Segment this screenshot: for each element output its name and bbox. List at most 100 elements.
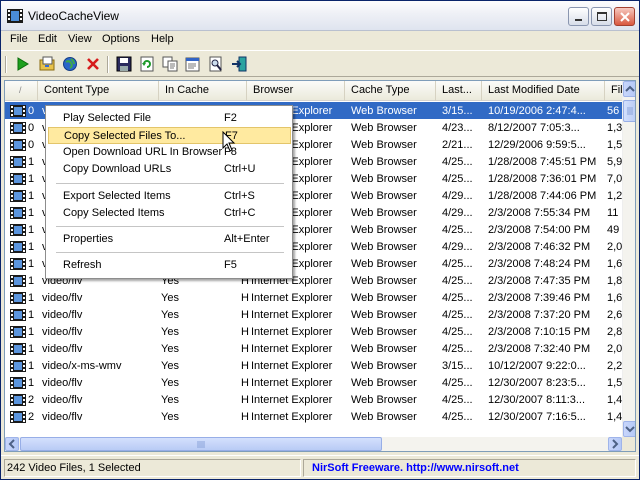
title-bar[interactable]: VideoCacheView	[1, 1, 639, 31]
cell-fil: 56	[607, 105, 620, 117]
vertical-scrollbar[interactable]	[622, 81, 635, 437]
menu-edit[interactable]: Edit	[38, 33, 57, 45]
delete-button[interactable]	[83, 55, 103, 73]
cell-browser: Internet Explorer	[251, 292, 333, 304]
context-menu-item[interactable]: Play Selected File F2	[48, 110, 291, 127]
cell-h: H	[241, 326, 249, 338]
scroll-corner	[622, 437, 635, 451]
video-file-icon	[10, 411, 26, 423]
table-row[interactable]: 1 video/flv Yes HInternet Explorer Web Brows…	[5, 374, 622, 391]
scroll-right-button[interactable]	[608, 437, 622, 451]
cell-modified: 2/3/2008 7:46:32 PM	[488, 241, 591, 253]
video-file-icon	[10, 139, 26, 151]
window-title: VideoCacheView	[28, 9, 119, 23]
cell-modified: 2/3/2008 7:54:00 PM	[488, 224, 591, 236]
video-file-icon	[10, 173, 26, 185]
find-button[interactable]	[206, 55, 226, 73]
context-menu-item[interactable]: Properties Alt+Enter	[48, 231, 291, 248]
cell-modified: 2/3/2008 7:48:24 PM	[488, 258, 591, 270]
cell-cachetype: Web Browser	[351, 105, 417, 117]
list-header: / Content Type In Cache Browser Cache Ty…	[5, 81, 635, 101]
context-menu-item[interactable]: Copy Download URLs Ctrl+U	[48, 161, 291, 178]
column-header-content-type[interactable]: Content Type	[38, 81, 159, 101]
context-menu-item[interactable]: Refresh F5	[48, 257, 291, 274]
cell-browser: Internet Explorer	[251, 360, 333, 372]
refresh-icon	[140, 56, 154, 72]
menu-options[interactable]: Options	[102, 33, 140, 45]
menu-view[interactable]: View	[68, 33, 92, 45]
context-menu-item[interactable]: Copy Selected Files To... F7	[48, 127, 291, 144]
cell-last: 4/25...	[442, 411, 473, 423]
video-file-icon	[10, 122, 26, 134]
cell-cachetype: Web Browser	[351, 360, 417, 372]
column-header-last-modified[interactable]: Last Modified Date	[482, 81, 605, 101]
video-file-icon	[10, 309, 26, 321]
mouse-cursor-icon	[222, 131, 236, 152]
save-button[interactable]	[114, 55, 134, 73]
refresh-button[interactable]	[137, 55, 157, 73]
cell-browser: Internet Explorer	[251, 394, 333, 406]
cell-browser: Internet Explorer	[251, 411, 333, 423]
video-file-icon	[10, 394, 26, 406]
table-row[interactable]: 1 video/flv Yes HInternet Explorer Web Brows…	[5, 306, 622, 323]
menu-help[interactable]: Help	[151, 33, 174, 45]
play-button[interactable]	[13, 55, 33, 73]
cell-last: 4/25...	[442, 309, 473, 321]
table-row[interactable]: 1 video/flv Yes HInternet Explorer Web Brows…	[5, 289, 622, 306]
cell-modified: 2/3/2008 7:47:35 PM	[488, 275, 591, 287]
cell-last: 4/25...	[442, 292, 473, 304]
context-menu-item[interactable]: Copy Selected Items Ctrl+C	[48, 205, 291, 222]
cell-last: 4/25...	[442, 173, 473, 185]
close-button[interactable]	[614, 7, 635, 26]
cell-n: 2	[28, 394, 35, 406]
copy-files-icon	[39, 56, 55, 71]
cell-cachetype: Web Browser	[351, 207, 417, 219]
horizontal-scrollbar[interactable]	[5, 437, 622, 451]
column-header-index[interactable]: /	[5, 81, 38, 101]
column-header-last[interactable]: Last...	[436, 81, 482, 101]
scroll-thumb[interactable]	[623, 100, 635, 122]
table-row[interactable]: 1 video/flv Yes HInternet Explorer Web Brows…	[5, 323, 622, 340]
cell-fil: 2,8	[607, 326, 622, 338]
copy-files-button[interactable]	[37, 55, 57, 73]
cell-content: video/flv	[42, 326, 83, 338]
cell-cachetype: Web Browser	[351, 241, 417, 253]
cell-cachetype: Web Browser	[351, 275, 417, 287]
cell-modified: 2/3/2008 7:39:46 PM	[488, 292, 591, 304]
cell-fil: 49	[607, 224, 620, 236]
scroll-left-button[interactable]	[5, 437, 19, 451]
exit-icon	[232, 56, 247, 72]
exit-button[interactable]	[229, 55, 249, 73]
table-row[interactable]: 2 video/flv Yes H Internet Explorer Web Brows…	[5, 408, 622, 425]
context-menu-item[interactable]: Export Selected Items Ctrl+S	[48, 188, 291, 205]
properties-button[interactable]	[183, 55, 203, 73]
maximize-button[interactable]	[591, 7, 612, 26]
copy-button[interactable]	[160, 55, 180, 73]
menu-item-label: Refresh	[63, 259, 102, 271]
column-header-in-cache[interactable]: In Cache	[159, 81, 247, 101]
globe-icon	[63, 57, 77, 71]
cell-h: H	[241, 292, 249, 304]
close-icon	[620, 12, 630, 22]
scroll-down-button[interactable]	[623, 421, 635, 437]
scroll-up-button[interactable]	[623, 81, 635, 97]
minimize-button[interactable]	[568, 7, 589, 26]
column-header-browser[interactable]: Browser	[247, 81, 345, 101]
cell-n: 1	[28, 224, 35, 236]
column-header-cache-type[interactable]: Cache Type	[345, 81, 436, 101]
open-url-button[interactable]	[60, 55, 80, 73]
menu-item-shortcut: F2	[224, 112, 237, 124]
table-row[interactable]: 1 video/flv Yes HInternet Explorer Web Brows…	[5, 340, 622, 357]
cell-browser: Internet Explorer	[251, 326, 333, 338]
status-credit-link[interactable]: NirSoft Freeware. http://www.nirsoft.net	[303, 459, 636, 477]
cell-fil: 1,4	[607, 411, 622, 423]
table-row[interactable]: 1 video/x-ms-wmv Yes H Internet Explorer Web …	[5, 357, 622, 374]
table-row[interactable]: 2 video/flv Yes H Internet Explorer Web Brows…	[5, 391, 622, 408]
cell-n: 1	[28, 173, 35, 185]
horizontal-scroll-thumb[interactable]	[20, 437, 382, 451]
menu-file[interactable]: File	[10, 33, 28, 45]
cell-cachetype: Web Browser	[351, 224, 417, 236]
cell-n: 1	[28, 190, 35, 202]
context-menu-item[interactable]: Open Download URL In Browser F8	[48, 144, 291, 161]
cell-fil: 1,8	[607, 275, 622, 287]
